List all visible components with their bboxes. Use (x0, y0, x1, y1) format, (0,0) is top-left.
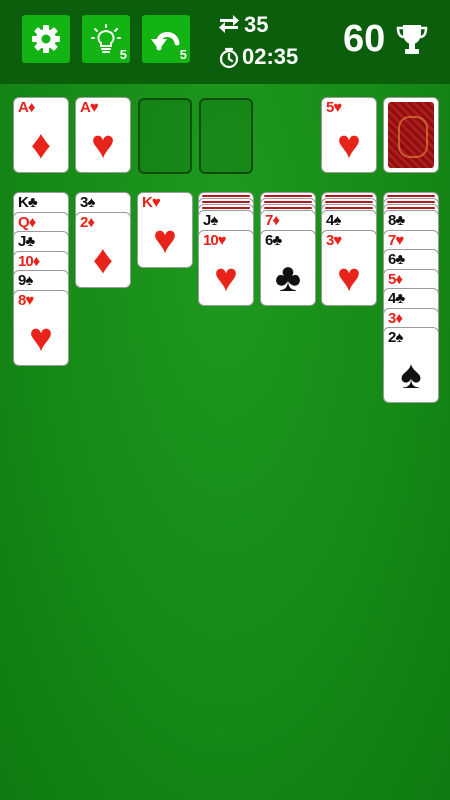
card-suit-symbol: ♠ (400, 353, 422, 397)
foundation-slot-empty[interactable] (138, 98, 192, 174)
top-bar: 5 5 35 02:35 60 (0, 0, 450, 84)
trophy-icon (396, 25, 428, 54)
card-rank-suit: J♠ (203, 212, 218, 229)
card-rank-suit: 2♠ (388, 329, 403, 346)
card-rank-suit: 4♠ (326, 212, 341, 229)
card-suit-symbol: ♥ (337, 123, 361, 167)
card-rank-suit: 7♥ (388, 232, 404, 249)
card-rank-suit: 9♠ (18, 272, 33, 289)
undo-arrow-icon (151, 32, 180, 51)
card-rank-suit: A♦ (18, 99, 35, 116)
card-rank-suit: 10♦ (18, 253, 40, 270)
undo-button[interactable]: 5 (142, 15, 190, 63)
card-rank-suit: Q♦ (18, 214, 36, 231)
score-value: 60 (343, 18, 386, 60)
card-rank-suit: 6♣ (265, 232, 282, 249)
timer-value: 02:35 (242, 44, 299, 69)
card-suit-symbol: ♥ (91, 123, 115, 167)
card-rank-suit: 5♥ (326, 99, 342, 116)
card-suit-symbol: ♥ (214, 256, 238, 300)
hint-count: 5 (119, 47, 127, 62)
card-rank-suit: 3♦ (388, 310, 403, 327)
card-rank-suit: 2♦ (80, 214, 95, 231)
lightbulb-icon (91, 24, 121, 53)
swap-arrows-icon (219, 15, 239, 33)
card-suit-symbol: ♥ (153, 218, 177, 262)
card-rank-suit: K♣ (18, 194, 38, 211)
stock-pile[interactable] (384, 98, 438, 172)
score: 60 (343, 18, 428, 61)
card-rank-suit: 10♥ (203, 232, 227, 249)
foundation-slot-empty[interactable] (199, 98, 253, 174)
card-rank-suit: 8♣ (388, 212, 405, 229)
tableau-card[interactable]: K♥ ♥ (138, 193, 192, 267)
card-rank-suit: 3♠ (80, 194, 95, 211)
card-rank-suit: J♣ (18, 233, 35, 250)
card-suit-symbol: ♣ (274, 256, 302, 300)
card-suit-symbol: ♥ (29, 316, 53, 360)
card-suit-symbol: ♥ (337, 256, 361, 300)
card-suit-symbol: ♦ (92, 238, 114, 282)
card-rank-suit: 7♦ (265, 212, 280, 229)
card-back-pattern (388, 102, 434, 168)
card-rank-suit: A♥ (80, 99, 99, 116)
waste-card[interactable]: 5♥ ♥ (322, 98, 376, 172)
hint-button[interactable]: 5 (82, 15, 130, 63)
tableau-card[interactable]: 10♥ ♥ (199, 231, 253, 305)
card-rank-suit: 6♣ (388, 251, 405, 268)
tableau-card[interactable]: 6♣ ♣ (261, 231, 315, 305)
settings-button[interactable] (22, 15, 70, 63)
moves-value: 35 (244, 12, 269, 37)
card-rank-suit: 4♣ (388, 290, 405, 307)
tableau-card[interactable]: 2♠ ♠ (384, 328, 438, 402)
card-suit-symbol: ♦ (30, 123, 52, 167)
foundation-card[interactable]: A♥ ♥ (76, 98, 130, 172)
tableau-card[interactable]: 3♥ ♥ (322, 231, 376, 305)
card-rank-suit: 3♥ (326, 232, 342, 249)
tableau-card[interactable]: 8♥ ♥ (14, 291, 68, 365)
card-rank-suit: 5♦ (388, 271, 403, 288)
undo-count: 5 (179, 47, 187, 62)
tableau-card[interactable]: 2♦ ♦ (76, 213, 130, 287)
card-rank-suit: 8♥ (18, 292, 34, 309)
stopwatch-icon (219, 47, 239, 69)
foundation-card[interactable]: A♦ ♦ (14, 98, 68, 172)
card-rank-suit: K♥ (142, 194, 161, 211)
gear-icon (32, 25, 60, 53)
